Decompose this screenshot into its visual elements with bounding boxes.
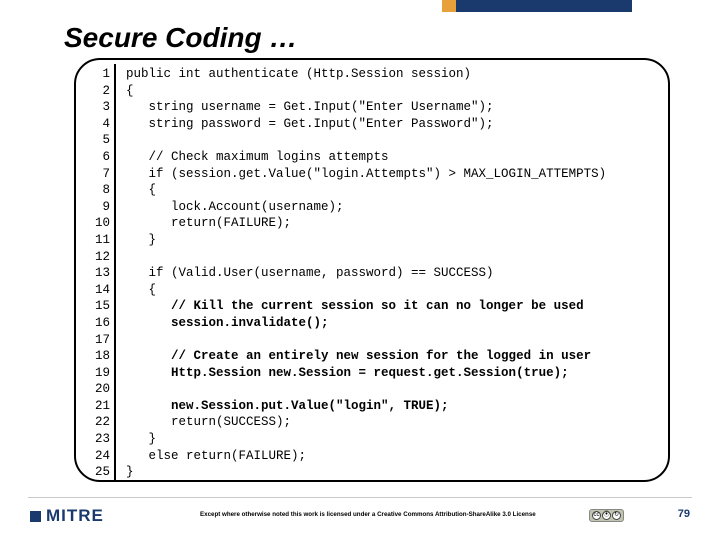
line-number: 3	[76, 99, 110, 116]
code-line: return(FAILURE);	[126, 215, 668, 232]
slide-title: Secure Coding …	[64, 22, 297, 54]
code-line: public int authenticate (Http.Session se…	[126, 66, 668, 83]
line-number: 9	[76, 199, 110, 216]
line-number: 11	[76, 232, 110, 249]
line-number: 4	[76, 116, 110, 133]
code-line: Http.Session new.Session = request.get.S…	[126, 365, 668, 382]
code-line: // Check maximum logins attempts	[126, 149, 668, 166]
line-number: 2	[76, 83, 110, 100]
slide: Secure Coding … 123456789101112131415161…	[0, 0, 720, 540]
top-accent-bar	[442, 0, 632, 12]
line-number-gutter: 1234567891011121314151617181920212223242…	[76, 64, 114, 480]
code-line: session.invalidate();	[126, 315, 668, 332]
code-line	[126, 381, 668, 398]
code-line: lock.Account(username);	[126, 199, 668, 216]
line-number: 10	[76, 215, 110, 232]
code-line: }	[126, 431, 668, 448]
line-number: 25	[76, 464, 110, 481]
line-number: 12	[76, 249, 110, 266]
line-number: 5	[76, 132, 110, 149]
code-inner: 1234567891011121314151617181920212223242…	[76, 60, 668, 480]
code-line: new.Session.put.Value("login", TRUE);	[126, 398, 668, 415]
mitre-logo: MITRE	[30, 506, 104, 526]
code-line: if (Valid.User(username, password) == SU…	[126, 265, 668, 282]
code-line: {	[126, 83, 668, 100]
line-number: 6	[76, 149, 110, 166]
code-line: if (session.get.Value("login.Attempts") …	[126, 166, 668, 183]
line-number: 14	[76, 282, 110, 299]
line-number: 19	[76, 365, 110, 382]
code-box: 1234567891011121314151617181920212223242…	[74, 58, 670, 482]
line-number: 7	[76, 166, 110, 183]
code-line: // Create an entirely new session for th…	[126, 348, 668, 365]
code-line: }	[126, 232, 668, 249]
code-line: {	[126, 282, 668, 299]
code-line	[126, 249, 668, 266]
code-line: }	[126, 464, 668, 481]
code-line	[126, 132, 668, 149]
logo-square-icon	[30, 511, 41, 522]
line-number: 23	[76, 431, 110, 448]
line-number: 24	[76, 448, 110, 465]
line-number: 15	[76, 298, 110, 315]
code-line: string password = Get.Input("Enter Passw…	[126, 116, 668, 133]
footer-divider	[28, 497, 692, 498]
line-number: 22	[76, 414, 110, 431]
code-line: return(SUCCESS);	[126, 414, 668, 431]
code-line: // Kill the current session so it can no…	[126, 298, 668, 315]
cc-icon: cc	[592, 511, 601, 520]
line-number: 13	[76, 265, 110, 282]
sa-icon: ↻	[612, 511, 621, 520]
line-number: 8	[76, 182, 110, 199]
license-text: Except where otherwise noted this work i…	[200, 511, 536, 518]
line-number: 21	[76, 398, 110, 415]
line-number: 20	[76, 381, 110, 398]
code-lines: public int authenticate (Http.Session se…	[116, 64, 668, 480]
line-number: 18	[76, 348, 110, 365]
cc-badge-inner: cc ⦿ ↻	[589, 509, 624, 522]
by-icon: ⦿	[602, 511, 611, 520]
page-number: 79	[678, 508, 690, 520]
cc-badge: cc ⦿ ↻	[589, 509, 624, 522]
line-number: 17	[76, 332, 110, 349]
line-number: 16	[76, 315, 110, 332]
line-number: 1	[76, 66, 110, 83]
code-line	[126, 332, 668, 349]
code-line: {	[126, 182, 668, 199]
code-line: string username = Get.Input("Enter Usern…	[126, 99, 668, 116]
logo-text: MITRE	[46, 506, 104, 526]
code-line: else return(FAILURE);	[126, 448, 668, 465]
